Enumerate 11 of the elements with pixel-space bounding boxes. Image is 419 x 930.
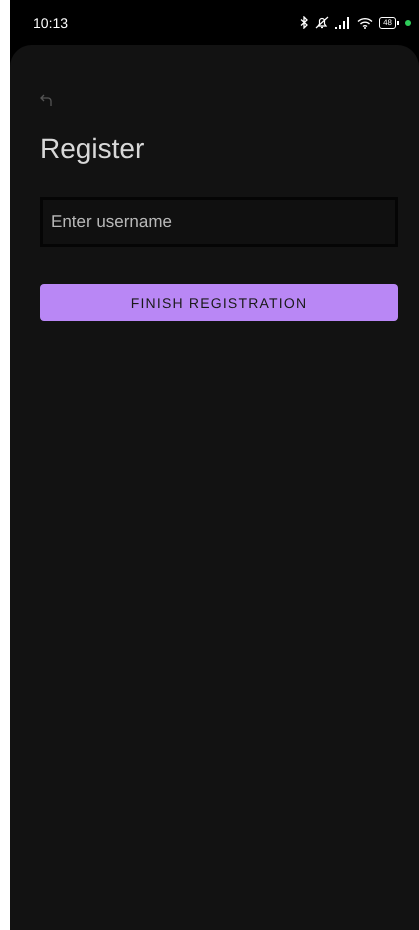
status-time: 10:13 [33,14,68,30]
back-icon[interactable] [40,93,54,107]
page-title: Register [40,133,146,165]
bluetooth-icon [300,16,310,29]
privacy-indicator-icon [405,20,411,26]
username-field[interactable]: Enter username [40,197,398,247]
muted-bell-icon [315,16,330,29]
battery-icon: 48 [379,16,399,28]
wifi-icon [357,16,374,28]
signal-icon [335,16,352,28]
finish-registration-button[interactable]: FINISH REGISTRATION [40,284,398,321]
